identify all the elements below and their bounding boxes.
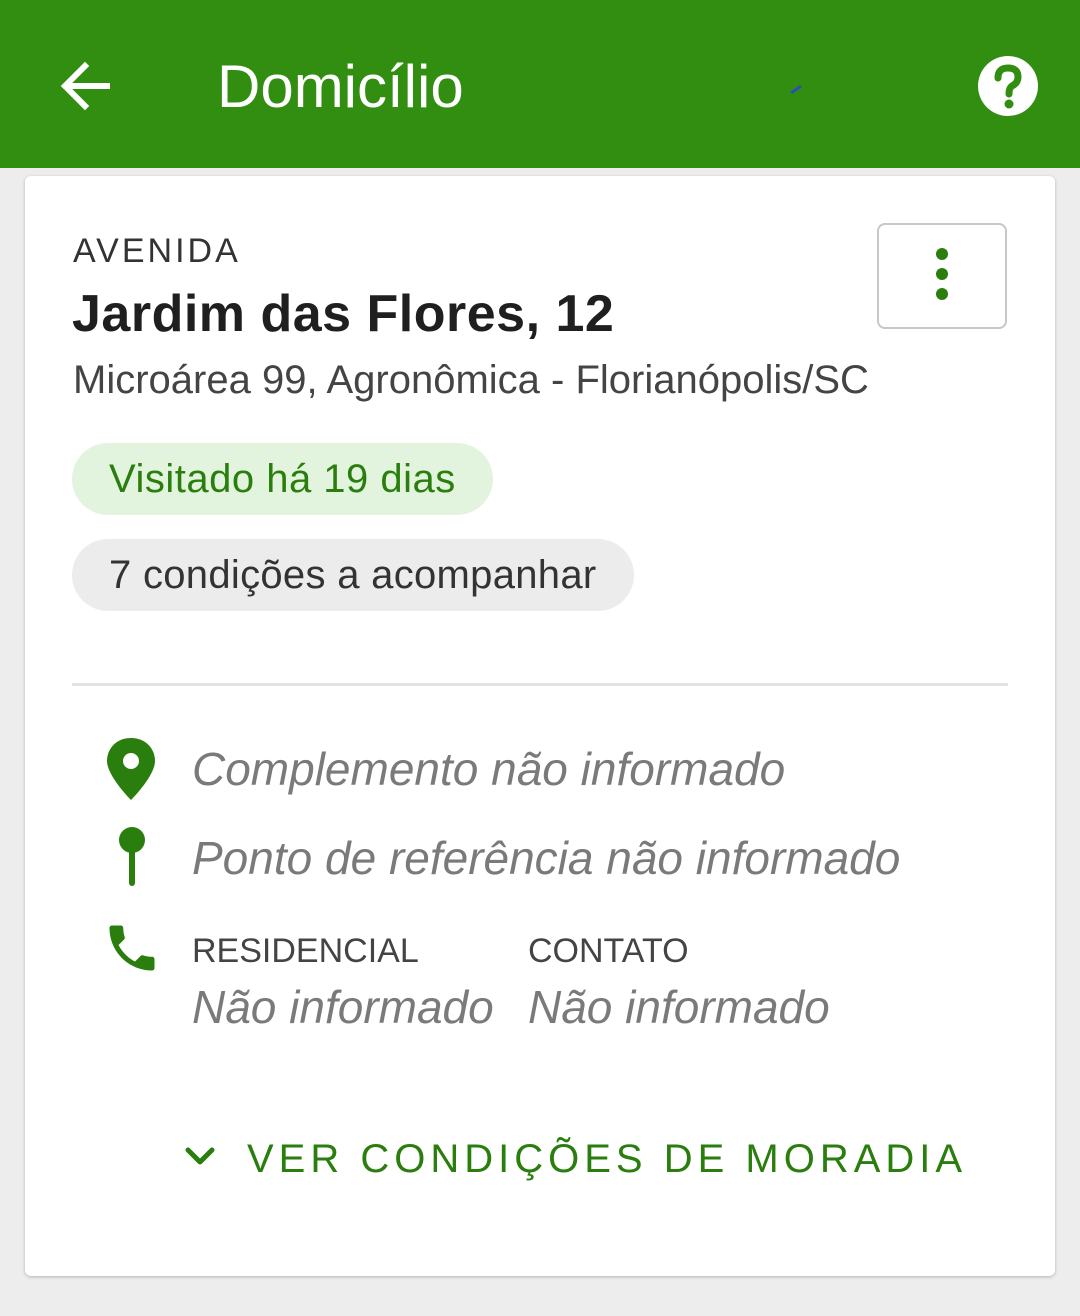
arrow-back-icon[interactable] [55, 56, 115, 116]
map-pin-icon [115, 826, 149, 893]
location-pin-icon [101, 736, 161, 807]
phone-icon [102, 918, 162, 983]
street-type: AVENIDA [73, 232, 241, 270]
view-housing-conditions-label: VER CONDIÇÕES DE MORADIA [247, 1136, 968, 1181]
more-options-button[interactable] [877, 223, 1007, 329]
locality: Microárea 99, Agronômica - Florianópolis… [73, 358, 869, 402]
decorative-speck [790, 84, 802, 95]
view-housing-conditions-button[interactable]: VER CONDIÇÕES DE MORADIA [183, 1129, 967, 1189]
chevron-down-icon [183, 1145, 217, 1174]
divider [72, 683, 1008, 686]
complement-text: Complemento não informado [192, 743, 786, 795]
conditions-chip[interactable]: 7 condições a acompanhar [72, 539, 634, 611]
visited-chip: Visitado há 19 dias [72, 443, 493, 515]
more-vertical-icon [932, 246, 952, 307]
page-title: Domicílio [217, 53, 464, 120]
household-card: AVENIDA Jardim das Flores, 12 Microárea … [25, 176, 1055, 1276]
app-bar: Domicílio [0, 0, 1080, 168]
phone-value-residential: Não informado [192, 981, 494, 1033]
help-circle-icon[interactable] [976, 54, 1040, 118]
phone-value-contact: Não informado [528, 981, 830, 1033]
street-name: Jardim das Flores, 12 [72, 285, 615, 343]
phone-label-contact: CONTATO [528, 932, 689, 970]
phone-label-residential: RESIDENCIAL [192, 932, 419, 970]
reference-text: Ponto de referência não informado [192, 832, 901, 884]
